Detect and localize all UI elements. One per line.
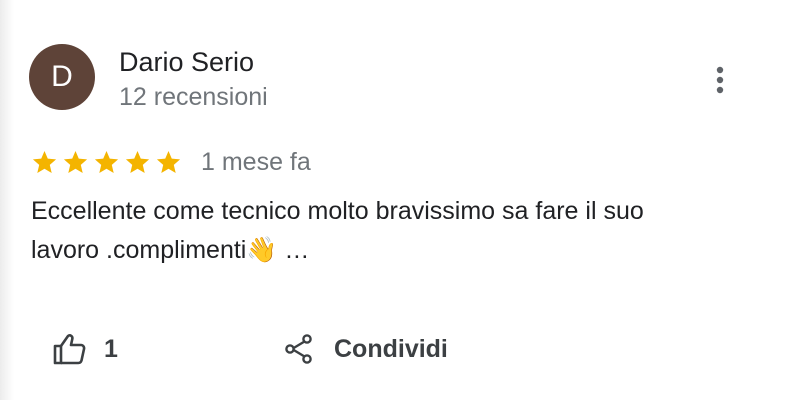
star-icon <box>32 150 57 173</box>
share-icon <box>285 334 312 364</box>
reviewer-name[interactable]: Dario Serio <box>119 45 254 79</box>
more-vert-icon <box>716 66 724 94</box>
star-rating <box>31 149 182 176</box>
review-date: 1 mese fa <box>201 148 311 176</box>
star-icon <box>125 150 150 173</box>
star-icon <box>63 150 88 173</box>
share-label: Condividi <box>334 334 448 363</box>
avatar[interactable]: D <box>29 44 95 110</box>
like-count: 1 <box>104 334 118 363</box>
like-button[interactable]: 1 <box>52 326 118 372</box>
review-text-line-2[interactable]: lavoro .complimenti👋 … <box>31 236 309 264</box>
review-text-line-1: Eccellente come tecnico molto bravissimo… <box>31 197 644 225</box>
thumbs-up-icon <box>53 334 86 365</box>
more-options-button[interactable] <box>700 58 740 102</box>
star-icon <box>156 150 181 173</box>
left-edge-shadow <box>0 0 14 400</box>
review-card: D Dario Serio 12 recensioni 1 mese fa Ec… <box>0 0 786 400</box>
share-button[interactable]: Condividi <box>284 326 448 372</box>
rating-row: 1 mese fa <box>31 145 311 179</box>
star-icon <box>94 150 119 173</box>
reviewer-reviews-count[interactable]: 12 recensioni <box>119 81 268 113</box>
avatar-initial: D <box>51 60 73 93</box>
review-text: Eccellente come tecnico molto bravissimo… <box>31 192 751 270</box>
